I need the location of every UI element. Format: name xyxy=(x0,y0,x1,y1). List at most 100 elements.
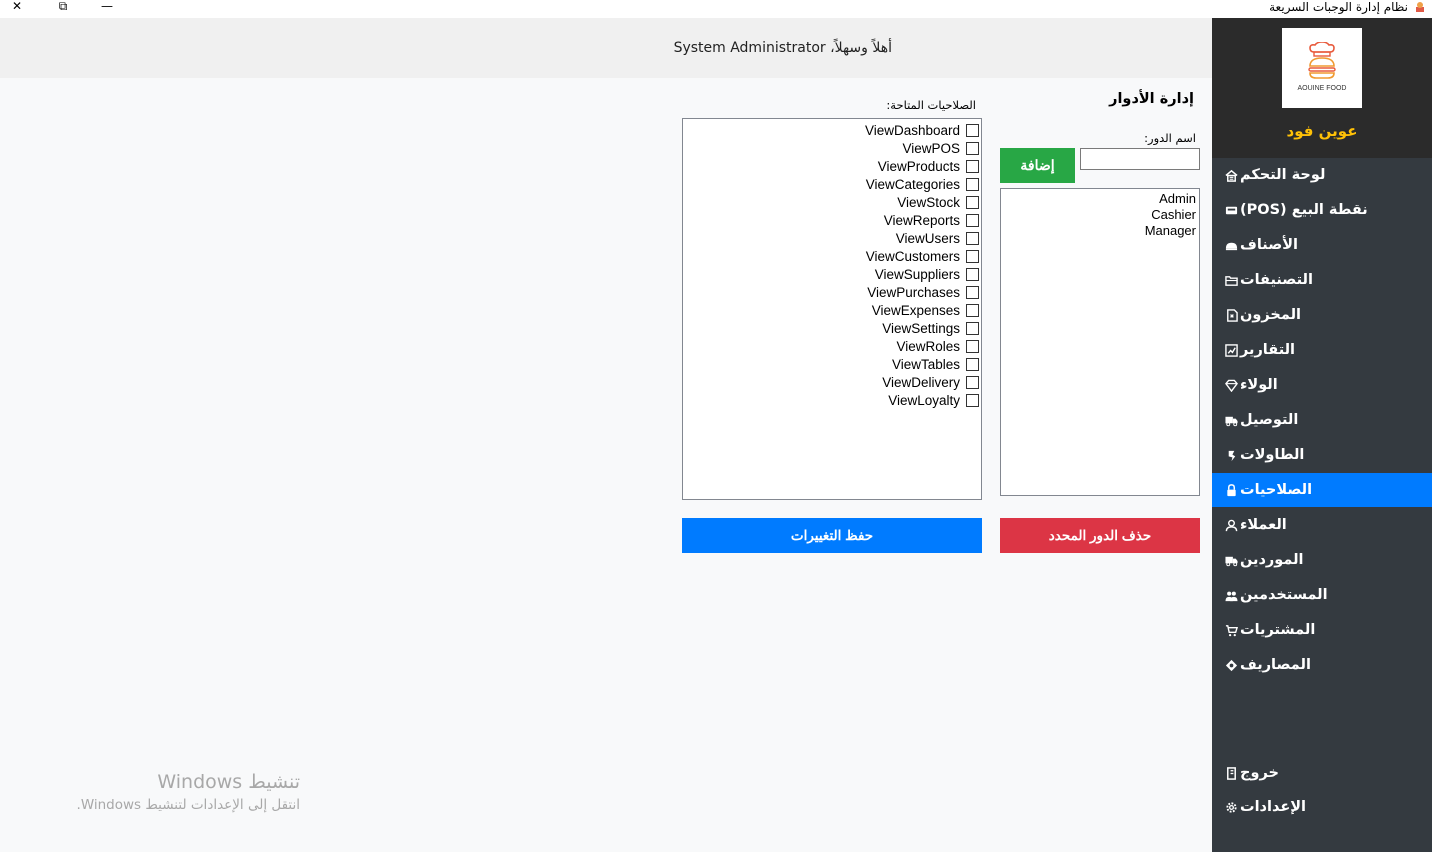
permission-label: ViewPOS xyxy=(902,140,960,156)
delete-role-button[interactable]: حذف الدور المحدد xyxy=(1000,518,1200,553)
save-changes-button[interactable]: حفظ التغييرات xyxy=(682,518,982,553)
permission-checkbox-row[interactable]: ViewSettings xyxy=(683,319,981,337)
sidebar-item-label: العملاء xyxy=(1240,517,1287,533)
sidebar-item-label: التقارير xyxy=(1240,342,1296,358)
sidebar-item-label: نقطة البيع (POS) xyxy=(1240,202,1368,218)
add-role-button[interactable]: إضافة xyxy=(1000,148,1075,183)
sidebar-item-14[interactable]: المصاريف xyxy=(1212,648,1432,682)
permission-checkbox-row[interactable]: ViewExpenses xyxy=(683,301,981,319)
checkbox[interactable] xyxy=(966,267,979,281)
checkbox[interactable] xyxy=(966,213,979,227)
permission-checkbox-row[interactable]: ViewDashboard xyxy=(683,121,981,139)
checkbox[interactable] xyxy=(966,321,979,335)
permission-checkbox-row[interactable]: ViewPurchases xyxy=(683,283,981,301)
restore-button[interactable]: ⧉ xyxy=(53,0,73,14)
sidebar-item-label: الصلاحيات xyxy=(1240,482,1313,498)
app-icon xyxy=(1416,2,1424,12)
checkbox[interactable] xyxy=(966,393,979,407)
permission-label: ViewStock xyxy=(897,194,960,210)
sidebar-item-5[interactable]: التقارير xyxy=(1212,333,1432,367)
stock-icon xyxy=(1222,306,1240,324)
permission-label: ViewExpenses xyxy=(871,302,960,318)
permissions-list[interactable]: ViewDashboard ViewPOS ViewProducts ViewCate… xyxy=(682,118,982,500)
lock-icon xyxy=(1222,481,1240,499)
sidebar-item-10[interactable]: العملاء xyxy=(1212,508,1432,542)
checkbox[interactable] xyxy=(966,231,979,245)
logout-icon xyxy=(1222,764,1240,782)
brand-name: عوين فود xyxy=(1286,122,1358,140)
sidebar-item-label: الموردين xyxy=(1240,552,1304,568)
sidebar-item-3[interactable]: التصنيفات xyxy=(1212,263,1432,297)
truck-icon xyxy=(1222,411,1240,429)
sidebar-item-settings[interactable]: الإعدادات xyxy=(1212,790,1432,824)
permission-checkbox-row[interactable]: ViewCategories xyxy=(683,175,981,193)
list-item[interactable]: Cashier xyxy=(1004,207,1196,223)
sidebar-item-label: الإعدادات xyxy=(1240,799,1307,815)
home-icon xyxy=(1222,166,1240,184)
checkbox[interactable] xyxy=(966,159,979,173)
close-button[interactable]: ✕ xyxy=(7,0,27,14)
sidebar-item-label: الولاء xyxy=(1240,377,1278,393)
role-name-label: اسم الدور: xyxy=(1144,131,1196,145)
checkbox[interactable] xyxy=(966,375,979,389)
permission-checkbox-row[interactable]: ViewRoles xyxy=(683,337,981,355)
permission-checkbox-row[interactable]: ViewTables xyxy=(683,355,981,373)
role-name-input[interactable] xyxy=(1080,148,1200,170)
title-bar: ✕ ⧉ — نظام إدارة الوجبات السريعة xyxy=(0,0,1432,18)
sidebar-item-12[interactable]: المستخدمين xyxy=(1212,578,1432,612)
permission-checkbox-row[interactable]: ViewLoyalty xyxy=(683,391,981,409)
checkbox[interactable] xyxy=(966,177,979,191)
checkbox[interactable] xyxy=(966,123,979,137)
report-icon xyxy=(1222,341,1240,359)
sidebar-item-4[interactable]: المخزون xyxy=(1212,298,1432,332)
roles-list[interactable]: Admin Cashier Manager xyxy=(1000,188,1200,496)
permission-checkbox-row[interactable]: ViewPOS xyxy=(683,139,981,157)
sidebar-item-9[interactable]: الصلاحيات xyxy=(1212,473,1432,507)
sidebar-item-1[interactable]: نقطة البيع (POS) xyxy=(1212,193,1432,227)
table-icon xyxy=(1222,446,1240,464)
sidebar-item-8[interactable]: الطاولات xyxy=(1212,438,1432,472)
permission-label: ViewDelivery xyxy=(882,374,960,390)
sidebar-item-label: الطاولات xyxy=(1240,447,1305,463)
roles-section-title: إدارة الأدوار xyxy=(1109,91,1194,107)
permission-label: ViewSettings xyxy=(882,320,960,336)
list-item[interactable]: Admin xyxy=(1004,191,1196,207)
checkbox[interactable] xyxy=(966,339,979,353)
window-title: نظام إدارة الوجبات السريعة xyxy=(1269,0,1408,14)
permission-label: ViewPurchases xyxy=(867,284,960,300)
checkbox[interactable] xyxy=(966,285,979,299)
sidebar-item-label: المخزون xyxy=(1240,307,1301,323)
checkbox[interactable] xyxy=(966,303,979,317)
sidebar-item-13[interactable]: المشتريات xyxy=(1212,613,1432,647)
list-item[interactable]: Manager xyxy=(1004,223,1196,239)
logo: AOUINE FOOD xyxy=(1282,28,1362,108)
permission-checkbox-row[interactable]: ViewCustomers xyxy=(683,247,981,265)
sidebar-item-7[interactable]: التوصيل xyxy=(1212,403,1432,437)
checkbox[interactable] xyxy=(966,195,979,209)
welcome-text: أهلاً وسهلاً، System Administrator xyxy=(673,40,892,56)
checkbox[interactable] xyxy=(966,357,979,371)
sidebar-item-label: المشتريات xyxy=(1240,622,1316,638)
permission-checkbox-row[interactable]: ViewSuppliers xyxy=(683,265,981,283)
permission-checkbox-row[interactable]: ViewProducts xyxy=(683,157,981,175)
diamond-icon xyxy=(1222,376,1240,394)
permission-checkbox-row[interactable]: ViewUsers xyxy=(683,229,981,247)
checkbox[interactable] xyxy=(966,141,979,155)
permission-label: ViewUsers xyxy=(895,230,960,246)
permission-checkbox-row[interactable]: ViewStock xyxy=(683,193,981,211)
permission-label: ViewDashboard xyxy=(864,122,960,138)
sidebar-item-2[interactable]: الأصناف xyxy=(1212,228,1432,262)
permission-label: ViewCustomers xyxy=(865,248,960,264)
permission-label: ViewCategories xyxy=(865,176,960,192)
sidebar-item-6[interactable]: الولاء xyxy=(1212,368,1432,402)
sidebar-item-0[interactable]: لوحة التحكم xyxy=(1212,158,1432,192)
permission-checkbox-row[interactable]: ViewReports xyxy=(683,211,981,229)
sidebar-item-logout[interactable]: خروج xyxy=(1212,756,1432,790)
folder-icon xyxy=(1222,271,1240,289)
sidebar: AOUINE FOOD عوين فود لوحة التحكم نقطة الب… xyxy=(1212,18,1432,852)
permission-checkbox-row[interactable]: ViewDelivery xyxy=(683,373,981,391)
pos-icon xyxy=(1222,201,1240,219)
minimize-button[interactable]: — xyxy=(97,0,117,14)
checkbox[interactable] xyxy=(966,249,979,263)
sidebar-item-11[interactable]: الموردين xyxy=(1212,543,1432,577)
